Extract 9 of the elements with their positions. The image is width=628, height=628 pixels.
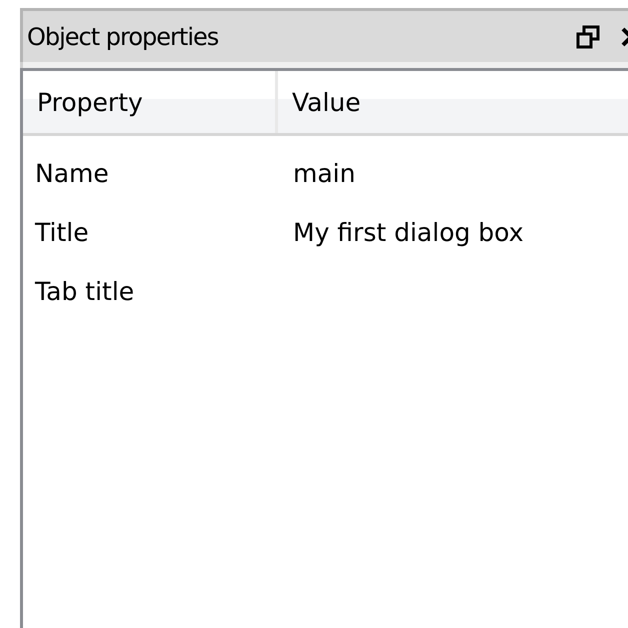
property-name: Name <box>35 159 109 188</box>
column-header[interactable]: Value <box>278 71 361 133</box>
panel-title: Object properties <box>27 22 220 50</box>
column-header[interactable]: Property <box>23 71 278 133</box>
property-name: Tab title <box>35 277 134 306</box>
property-value: main <box>293 159 356 188</box>
restore-icon[interactable] <box>576 24 600 48</box>
property-name: Title <box>35 218 89 247</box>
property-value: My first dialog box <box>293 218 524 247</box>
